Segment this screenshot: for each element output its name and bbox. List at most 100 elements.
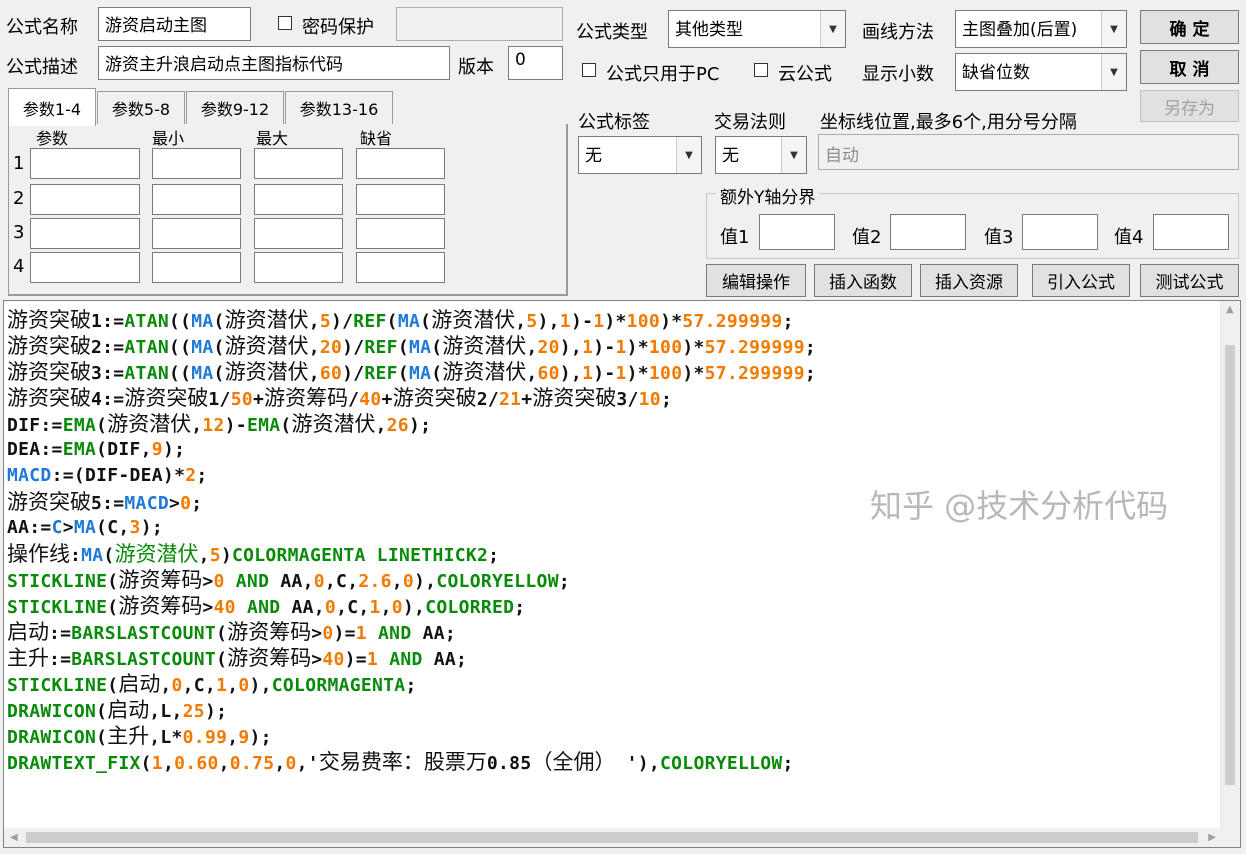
code-token: , xyxy=(160,675,172,696)
password-checkbox[interactable] xyxy=(278,16,292,30)
formula-tag-select[interactable]: 无 ▼ xyxy=(578,136,702,174)
code-line[interactable]: DIF:=EMA(游资潜伏,12)-EMA(游资潜伏,26); xyxy=(7,411,816,437)
code-token: 26 xyxy=(386,415,409,436)
param1-default[interactable] xyxy=(356,148,445,179)
y-bound-value-2[interactable] xyxy=(890,214,966,250)
formula-name-label: 公式名称 xyxy=(6,17,78,38)
scroll-up-icon[interactable]: ▲ xyxy=(1226,304,1234,315)
cloud-checkbox[interactable] xyxy=(754,63,768,77)
vertical-scrollbar[interactable]: ▲ xyxy=(1220,301,1240,828)
decimal-select[interactable]: 缺省位数 ▼ xyxy=(955,53,1127,91)
code-token: ); xyxy=(408,415,432,436)
tab-params-5-8[interactable]: 参数5-8 xyxy=(97,91,185,124)
y-bound-value-3[interactable] xyxy=(1022,214,1098,250)
y-bound-value-4[interactable] xyxy=(1153,214,1229,250)
chevron-down-icon[interactable]: ▼ xyxy=(1101,11,1126,47)
code-line[interactable]: 游资突破3:=ATAN((MA(游资潜伏,60)/REF(MA(游资潜伏,60)… xyxy=(7,359,816,385)
cancel-button[interactable]: 取 消 xyxy=(1140,50,1239,84)
edit-button[interactable]: 编辑操作 xyxy=(706,264,806,297)
formula-name-input[interactable]: 游资启动主图 xyxy=(98,7,251,41)
code-token: 游资突破 xyxy=(7,334,91,358)
import-formula-button[interactable]: 引入公式 xyxy=(1032,264,1130,297)
param3-min[interactable] xyxy=(152,218,241,249)
param4-name[interactable] xyxy=(30,252,140,283)
code-line[interactable]: DRAWICON(主升,L*0.99,9); xyxy=(7,723,816,749)
y-bound-label-2: 值2 xyxy=(852,227,882,248)
code-line[interactable]: 主升:=BARSLASTCOUNT(游资筹码>40)=1 AND AA; xyxy=(7,645,816,671)
ok-button[interactable]: 确 定 xyxy=(1140,10,1239,44)
param3-default[interactable] xyxy=(356,218,445,249)
param1-name[interactable] xyxy=(30,148,140,179)
code-line[interactable]: MACD:=(DIF-DEA)*2; xyxy=(7,463,816,489)
code-editor[interactable]: 游资突破1:=ATAN((MA(游资潜伏,5)/REF(MA(游资潜伏,5),1… xyxy=(3,300,1241,848)
code-line[interactable]: DRAWICON(启动,L,25); xyxy=(7,697,816,723)
tab-params-13-16[interactable]: 参数13-16 xyxy=(285,91,393,124)
trade-rule-select[interactable]: 无 ▼ xyxy=(715,136,807,174)
code-line[interactable]: AA:=C>MA(C,3); xyxy=(7,515,816,541)
y-bound-value-1[interactable] xyxy=(759,214,835,250)
code-line[interactable]: 启动:=BARSLASTCOUNT(游资筹码>0)=1 AND AA; xyxy=(7,619,816,645)
code-token: 25 xyxy=(182,701,205,722)
axis-position-input: 自动 xyxy=(818,134,1239,170)
formula-type-select[interactable]: 其他类型 ▼ xyxy=(668,10,846,48)
draw-method-select[interactable]: 主图叠加(后置) ▼ xyxy=(955,10,1127,48)
code-line[interactable]: 游资突破5:=MACD>0; xyxy=(7,489,816,515)
code-token: MA xyxy=(191,363,214,384)
insert-function-button[interactable]: 插入函数 xyxy=(814,264,912,297)
save-as-button: 另存为 xyxy=(1140,90,1239,122)
horizontal-scrollbar[interactable]: ◀ ▶ xyxy=(4,828,1240,847)
param4-max[interactable] xyxy=(254,252,343,283)
code-token: , xyxy=(526,337,538,358)
code-token: ATAN xyxy=(124,363,169,384)
param3-name[interactable] xyxy=(30,218,140,249)
code-token: 2 xyxy=(185,465,197,486)
code-token: > xyxy=(311,623,323,644)
chevron-down-icon[interactable]: ▼ xyxy=(1101,54,1126,90)
insert-resource-button[interactable]: 插入资源 xyxy=(920,264,1018,297)
code-token: MA xyxy=(81,545,104,566)
chevron-down-icon[interactable]: ▼ xyxy=(676,137,701,173)
param1-min[interactable] xyxy=(152,148,241,179)
decimal-value: 缺省位数 xyxy=(962,63,1030,83)
code-line[interactable]: STICKLINE(启动,0,C,1,0),COLORMAGENTA; xyxy=(7,671,816,697)
code-line[interactable]: DRAWTEXT_FIX(1,0.60,0.75,0,'交易费率：股票万0.85… xyxy=(7,749,816,775)
pc-only-checkbox[interactable] xyxy=(582,63,596,77)
code-token: )/ xyxy=(342,363,365,384)
tab-params-9-12[interactable]: 参数9-12 xyxy=(186,91,284,124)
code-line[interactable]: STICKLINE(游资筹码>40 AND AA,0,C,1,0),COLORR… xyxy=(7,593,816,619)
tab-params-1-4[interactable]: 参数1-4 xyxy=(8,88,96,126)
code-token: 57.299999 xyxy=(682,311,783,332)
code-token: ( xyxy=(280,415,292,436)
code-line[interactable]: STICKLINE(游资筹码>0 AND AA,0,C,2.6,0),COLOR… xyxy=(7,567,816,593)
version-input[interactable]: 0 xyxy=(508,46,563,80)
code-token: 40 xyxy=(322,649,345,670)
scroll-right-icon[interactable]: ▶ xyxy=(1208,832,1216,843)
code-token: DEA:= xyxy=(7,439,63,460)
code-line[interactable]: 游资突破4:=游资突破1/50+游资筹码/40+游资突破2/21+游资突破3/1… xyxy=(7,385,816,411)
chevron-down-icon[interactable]: ▼ xyxy=(781,137,806,173)
code-line[interactable]: 操作线:MA(游资潜伏,5)COLORMAGENTA LINETHICK2; xyxy=(7,541,816,567)
formula-desc-input[interactable]: 游资主升浪启动点主图指标代码 xyxy=(98,46,450,80)
param3-max[interactable] xyxy=(254,218,343,249)
code-token: , xyxy=(274,753,286,774)
param2-name[interactable] xyxy=(30,184,140,215)
param2-default[interactable] xyxy=(356,184,445,215)
param4-default[interactable] xyxy=(356,252,445,283)
vertical-scroll-thumb[interactable] xyxy=(1225,345,1235,785)
test-formula-button[interactable]: 测试公式 xyxy=(1140,264,1239,297)
param2-max[interactable] xyxy=(254,184,343,215)
scroll-left-icon[interactable]: ◀ xyxy=(10,832,18,843)
param4-min[interactable] xyxy=(152,252,241,283)
chevron-down-icon[interactable]: ▼ xyxy=(820,11,845,47)
code-line[interactable]: 游资突破1:=ATAN((MA(游资潜伏,5)/REF(MA(游资潜伏,5),1… xyxy=(7,307,816,333)
code-line[interactable]: DEA:=EMA(DIF,9); xyxy=(7,437,816,463)
code-token: COLORMAGENTA LINETHICK2 xyxy=(231,545,489,566)
param2-min[interactable] xyxy=(152,184,241,215)
code-token: 游资突破 xyxy=(124,386,209,410)
code-token: ATAN xyxy=(124,311,169,332)
code-token: 0.75 xyxy=(229,753,275,774)
code-line[interactable]: 游资突破2:=ATAN((MA(游资潜伏,20)/REF(MA(游资潜伏,20)… xyxy=(7,333,816,359)
param1-max[interactable] xyxy=(254,148,343,179)
code-token: ), xyxy=(559,337,583,358)
horizontal-scroll-thumb[interactable] xyxy=(26,832,1198,843)
